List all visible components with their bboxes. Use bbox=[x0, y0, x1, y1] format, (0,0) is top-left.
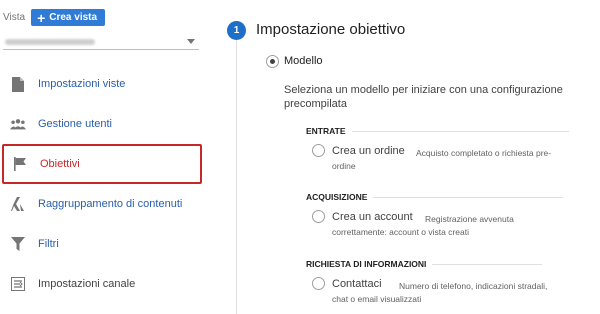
option-radio-crea-ordine[interactable] bbox=[312, 144, 325, 157]
sidebar-item-label: Impostazioni canale bbox=[38, 278, 136, 290]
sidebar-menu: Impostazioni viste Gestione utenti Obiet… bbox=[0, 64, 204, 304]
sidebar-item-label: Impostazioni viste bbox=[38, 78, 126, 90]
step-title: Impostazione obiettivo bbox=[256, 21, 406, 38]
create-view-label: Crea vista bbox=[49, 12, 98, 23]
section-heading: ACQUISIZIONE bbox=[306, 192, 368, 202]
section-divider bbox=[432, 263, 543, 265]
section-heading: ENTRATE bbox=[306, 126, 346, 136]
option-radio-crea-account[interactable] bbox=[312, 210, 325, 223]
option-radio-contattaci[interactable] bbox=[312, 277, 325, 290]
option-description: correttamente: account o vista creati bbox=[332, 227, 470, 237]
sidebar-item-raggruppamento[interactable]: Raggruppamento di contenuti bbox=[0, 184, 204, 224]
filter-icon bbox=[10, 236, 26, 252]
sidebar: Vista + Crea vista Impostazioni viste Ge… bbox=[0, 0, 212, 314]
sidebar-item-impostazioni-canale[interactable]: Impostazioni canale bbox=[0, 264, 204, 304]
flag-icon bbox=[12, 156, 28, 172]
option-description: chat o email visualizzati bbox=[332, 294, 422, 304]
chevron-down-icon bbox=[187, 39, 195, 44]
step-connector bbox=[236, 32, 237, 314]
section-heading: RICHIESTA DI INFORMAZIONI bbox=[306, 259, 427, 269]
section-richiesta-informazioni: RICHIESTA DI INFORMAZIONI bbox=[306, 259, 543, 269]
sidebar-item-impostazioni-viste[interactable]: Impostazioni viste bbox=[0, 64, 204, 104]
goal-setup-panel: 1 Impostazione obiettivo Modello Selezio… bbox=[222, 0, 600, 314]
view-name-redacted bbox=[5, 38, 95, 45]
sidebar-item-filtri[interactable]: Filtri bbox=[0, 224, 204, 264]
option-label: Crea un account bbox=[332, 211, 413, 223]
sidebar-item-gestione-utenti[interactable]: Gestione utenti bbox=[0, 104, 204, 144]
vista-header: Vista + Crea vista bbox=[3, 9, 106, 26]
sidebar-item-label: Filtri bbox=[38, 238, 59, 250]
modello-description: Seleziona un modello per iniziare con un… bbox=[284, 84, 563, 110]
step-number-badge: 1 bbox=[227, 21, 246, 40]
view-select[interactable] bbox=[3, 34, 199, 50]
plus-icon: + bbox=[37, 9, 46, 26]
option-description: ordine bbox=[332, 161, 356, 171]
channel-settings-icon bbox=[10, 276, 26, 292]
option-description: Acquisto completato o richiesta pre- bbox=[416, 148, 552, 158]
document-icon bbox=[10, 76, 26, 92]
option-description: Registrazione avvenuta bbox=[425, 214, 514, 224]
section-divider bbox=[373, 196, 564, 198]
grouping-icon bbox=[10, 196, 26, 212]
sidebar-item-label: Obiettivi bbox=[40, 158, 80, 170]
option-label: Contattaci bbox=[332, 278, 382, 290]
modello-radio[interactable] bbox=[266, 55, 279, 68]
sidebar-item-obiettivi[interactable]: Obiettivi bbox=[2, 144, 202, 184]
section-entrate: ENTRATE bbox=[306, 126, 569, 136]
option-description: Numero di telefono, indicazioni stradali… bbox=[399, 281, 548, 291]
create-view-button[interactable]: + Crea vista bbox=[31, 9, 106, 26]
vista-label: Vista bbox=[3, 12, 26, 23]
option-label: Crea un ordine bbox=[332, 145, 405, 157]
sidebar-item-label: Gestione utenti bbox=[38, 118, 112, 130]
sidebar-item-label: Raggruppamento di contenuti bbox=[38, 198, 183, 210]
section-divider bbox=[351, 130, 569, 132]
modello-label: Modello bbox=[284, 55, 323, 67]
users-icon bbox=[10, 116, 26, 132]
section-acquisizione: ACQUISIZIONE bbox=[306, 192, 564, 202]
